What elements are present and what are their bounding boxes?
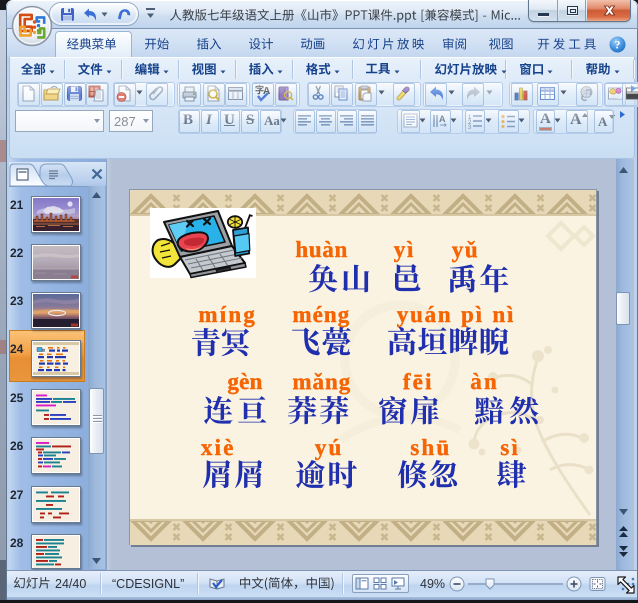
svg-text:?: ? bbox=[615, 38, 621, 52]
